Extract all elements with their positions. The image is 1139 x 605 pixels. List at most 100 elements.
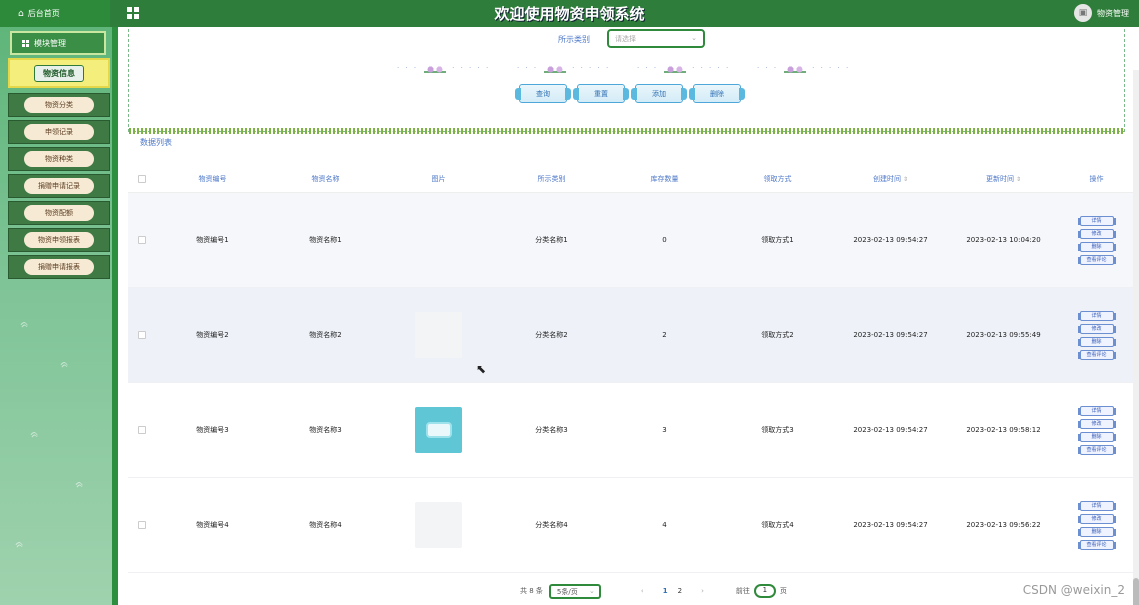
search-button[interactable]: 查询: [515, 84, 571, 103]
sidebar-item-donation-report[interactable]: 捐赠申请报表: [8, 255, 110, 279]
detail-button[interactable]: 详情: [1077, 405, 1116, 416]
row-checkbox[interactable]: [138, 331, 146, 339]
grass-border: [129, 128, 1124, 134]
category-select[interactable]: 请选择 ⌄: [607, 29, 705, 48]
detail-button[interactable]: 详情: [1077, 215, 1116, 226]
col-header: 操作: [1089, 174, 1104, 183]
cell-updated: 2023-02-13 10:04:20: [966, 236, 1041, 244]
table-row: 物资编号4 物资名称4 分类名称4 4 领取方式4 2023-02-13 09:…: [128, 478, 1133, 573]
pagination: 共 8 条 5条/页 ⌄ ‹ 1 2 › 前往 1 页: [520, 583, 787, 599]
sidebar-item-label: 捐赠申请报表: [24, 259, 94, 275]
next-page-icon[interactable]: ›: [701, 587, 704, 595]
cell-stock: 3: [662, 426, 667, 434]
col-header-label: 更新时间: [985, 174, 1014, 183]
edit-button[interactable]: 修改: [1077, 513, 1116, 524]
row-delete-button[interactable]: 删除: [1077, 526, 1116, 537]
edit-button[interactable]: 修改: [1077, 323, 1116, 334]
cell-name: 物资名称1: [309, 236, 342, 244]
reset-button[interactable]: 重置: [573, 84, 629, 103]
cell-code: 物资编号1: [196, 236, 229, 244]
prev-page-icon[interactable]: ‹: [641, 587, 644, 595]
cell-code: 物资编号4: [196, 521, 229, 529]
user-label: 物资管理: [1097, 8, 1129, 18]
cell-name: 物资名称2: [309, 331, 342, 339]
table-header: 物资编号 物资名称 图片 所示类别 库存数量 领取方式 创建时间 ⇕ 更新时间 ⇕ …: [128, 165, 1133, 193]
flower-decoration: · · · · · · · ·: [517, 63, 611, 73]
table-row: 物资编号1 物资名称1 分类名称1 0 领取方式1 2023-02-13 09:…: [128, 193, 1133, 288]
row-delete-button[interactable]: 删除: [1077, 431, 1116, 442]
cell-image: [382, 502, 495, 548]
view-comments-button[interactable]: 查看评论: [1077, 444, 1116, 455]
cell-category: 分类名称2: [535, 331, 568, 339]
category-label: 所示类别: [558, 35, 590, 44]
row-delete-button[interactable]: 删除: [1077, 241, 1116, 252]
product-image[interactable]: [415, 312, 462, 358]
row-checkbox[interactable]: [138, 426, 146, 434]
cell-created: 2023-02-13 09:54:27: [853, 521, 928, 529]
view-comments-button[interactable]: 查看评论: [1077, 349, 1116, 360]
sidebar-item-label: 物资申领报表: [24, 232, 94, 248]
avatar-icon: ▣: [1074, 4, 1092, 22]
cell-created: 2023-02-13 09:54:27: [853, 426, 928, 434]
sidebar-item-label: 捐赠申请记录: [24, 178, 94, 194]
sidebar-item-material-info[interactable]: 物资信息: [8, 58, 110, 88]
col-header-updated[interactable]: 更新时间 ⇕: [947, 174, 1060, 184]
detail-button[interactable]: 详情: [1077, 310, 1116, 321]
view-comments-button[interactable]: 查看评论: [1077, 254, 1116, 265]
detail-button[interactable]: 详情: [1077, 500, 1116, 511]
sidebar-item-label: 物资种类: [24, 151, 94, 167]
row-checkbox[interactable]: [138, 236, 146, 244]
flower-decoration: · · · · · · · ·: [637, 63, 731, 73]
page-size-select[interactable]: 5条/页 ⌄: [548, 583, 601, 599]
mask-icon: [425, 422, 452, 438]
page-title: 欢迎使用物资申领系统: [494, 5, 645, 23]
cell-stock: 0: [662, 236, 667, 244]
decor-icon: ᨑ: [75, 477, 85, 491]
user-menu[interactable]: ▣ 物资管理: [1074, 4, 1129, 22]
row-checkbox[interactable]: [138, 521, 146, 529]
scrollbar[interactable]: [1133, 70, 1139, 605]
delete-button[interactable]: 删除: [689, 84, 745, 103]
edit-button[interactable]: 修改: [1077, 418, 1116, 429]
row-delete-button[interactable]: 删除: [1077, 336, 1116, 347]
decor-icon: ᨑ: [60, 357, 70, 371]
decor-icon: ᨑ: [15, 537, 25, 551]
page-number[interactable]: 2: [678, 587, 682, 595]
sidebar-section-header[interactable]: 模块管理: [10, 31, 106, 55]
sidebar-item-apply-report[interactable]: 物资申领报表: [8, 228, 110, 252]
edit-button[interactable]: 修改: [1077, 228, 1116, 239]
sidebar-section-label: 模块管理: [34, 38, 66, 48]
sidebar-item-donation-records[interactable]: 捐赠申请记录: [8, 174, 110, 198]
add-button[interactable]: 添加: [631, 84, 687, 103]
select-all-checkbox[interactable]: [138, 174, 146, 183]
cell-code: 物资编号2: [196, 331, 229, 339]
cell-name: 物资名称3: [309, 426, 342, 434]
cell-code: 物资编号3: [196, 426, 229, 434]
search-panel: 所示类别 请选择 ⌄ · · · · · · · · · · · · · · · ·…: [128, 29, 1125, 134]
cell-stock: 4: [662, 521, 667, 529]
sidebar-item-material-category[interactable]: 物资分类: [8, 93, 110, 117]
sidebar-item-label: 物资信息: [34, 64, 84, 82]
product-image[interactable]: [415, 407, 462, 453]
page-number[interactable]: 1: [663, 587, 668, 595]
cell-updated: 2023-02-13 09:56:22: [966, 521, 1041, 529]
cell-stock: 2: [662, 331, 667, 339]
col-header-created[interactable]: 创建时间 ⇕: [834, 174, 947, 184]
watermark-text: CSDN @weixin_2: [1022, 583, 1125, 597]
view-comments-button[interactable]: 查看评论: [1077, 539, 1116, 550]
module-icon: [22, 39, 29, 47]
sidebar-item-material-types[interactable]: 物资种类: [8, 147, 110, 171]
chevron-down-icon: ⌄: [589, 586, 595, 595]
scrollbar-thumb[interactable]: [1133, 578, 1139, 605]
goto-page-input[interactable]: 1: [753, 584, 776, 598]
cell-updated: 2023-02-13 09:55:49: [966, 331, 1041, 339]
cell-category: 分类名称4: [535, 521, 568, 529]
sidebar-item-material-quota[interactable]: 物资配额: [8, 201, 110, 225]
sidebar: 模块管理 物资信息 物资分类 申领记录 物资种类 捐赠申请记录 物资配额 物资申…: [0, 27, 118, 605]
sidebar-item-apply-records[interactable]: 申领记录: [8, 120, 110, 144]
col-header: 领取方式: [763, 174, 792, 183]
sidebar-item-label: 物资分类: [24, 97, 94, 113]
sort-icon: ⇕: [902, 175, 909, 183]
col-header: 库存数量: [650, 174, 679, 183]
product-image[interactable]: [415, 502, 462, 548]
